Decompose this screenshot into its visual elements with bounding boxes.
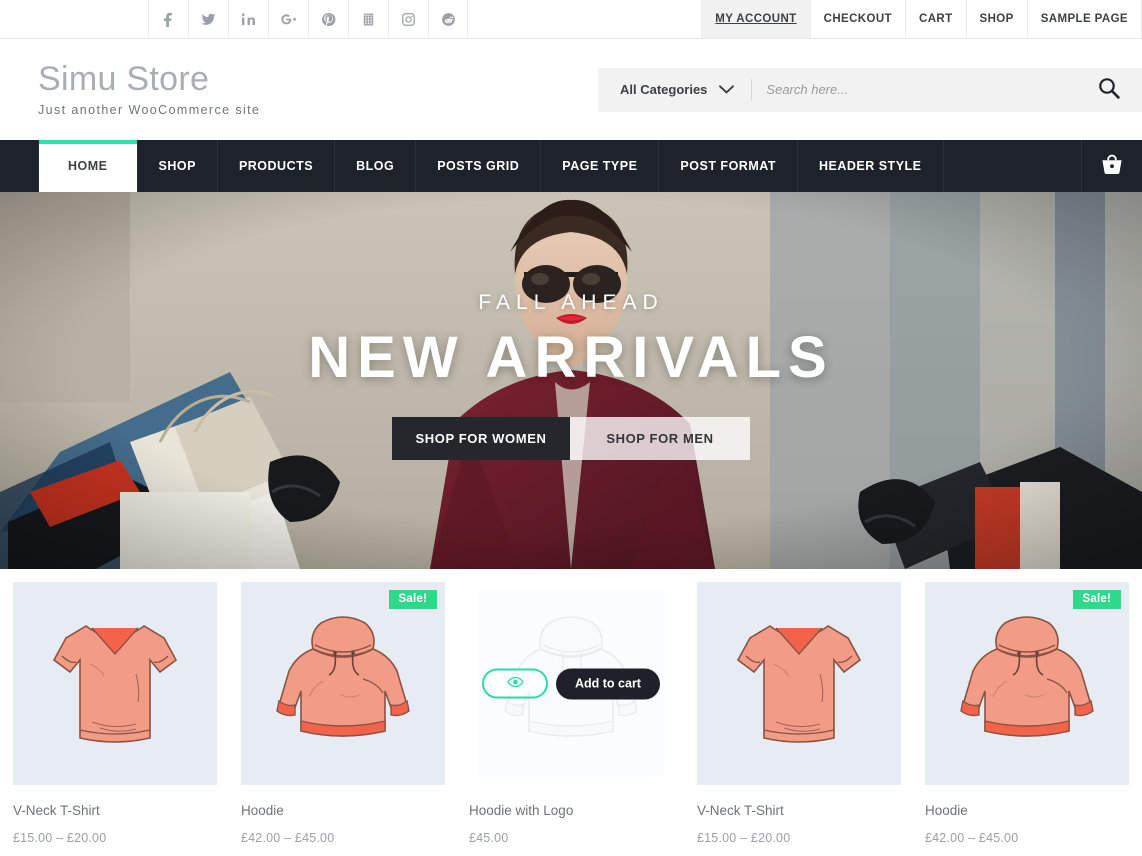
hero-buttons: SHOP FOR WOMEN SHOP FOR MEN	[392, 416, 750, 460]
topnav-item-my-account[interactable]: MY ACCOUNT	[701, 0, 810, 38]
nav-item-home[interactable]: HOME	[38, 140, 138, 192]
chevron-down-icon	[719, 82, 735, 97]
nav-item-post-format[interactable]: POST FORMAT	[659, 140, 798, 192]
shop-for-women-button[interactable]: SHOP FOR WOMEN	[392, 416, 570, 460]
topnav-item-sample-page[interactable]: SAMPLE PAGE	[1026, 0, 1142, 38]
product-image[interactable]: Sale!	[241, 582, 445, 785]
hero-content: FALL AHEAD NEW ARRIVALS SHOP FOR WOMEN S…	[0, 192, 1142, 569]
hero-banner: FALL AHEAD NEW ARRIVALS SHOP FOR WOMEN S…	[0, 192, 1142, 569]
linkedin-icon[interactable]	[228, 0, 268, 38]
eye-icon	[506, 675, 524, 693]
main-nav: HOME SHOP PRODUCTS BLOG POSTS GRID PAGE …	[0, 140, 1142, 192]
product-price: £15.00 – £20.00	[13, 831, 107, 845]
product-card: Sale! Hoodie £42.00 – £45.00	[241, 582, 445, 845]
product-image-hover-inner: Add to cart	[478, 591, 664, 776]
youtube-icon[interactable]	[348, 0, 388, 38]
nav-item-shop[interactable]: SHOP	[138, 140, 218, 192]
hero-title: NEW ARRIVALS	[308, 325, 834, 391]
top-bar: MY ACCOUNT CHECKOUT CART SHOP SAMPLE PAG…	[0, 0, 1142, 39]
product-image[interactable]: Add to cart	[469, 582, 673, 785]
shop-for-men-button[interactable]: SHOP FOR MEN	[570, 416, 750, 460]
sale-badge: Sale!	[388, 590, 437, 609]
pinterest-icon[interactable]	[308, 0, 348, 38]
product-image[interactable]	[13, 582, 217, 785]
facebook-icon[interactable]	[148, 0, 188, 38]
product-title[interactable]: Hoodie	[925, 803, 1129, 818]
search-input[interactable]	[752, 82, 1088, 97]
add-to-cart-button[interactable]: Add to cart	[556, 668, 660, 699]
product-title[interactable]: V-Neck T-Shirt	[697, 803, 901, 818]
top-nav: MY ACCOUNT CHECKOUT CART SHOP SAMPLE PAG…	[701, 0, 1142, 38]
nav-item-posts-grid[interactable]: POSTS GRID	[416, 140, 542, 192]
search-icon	[1098, 77, 1120, 102]
nav-spacer	[944, 140, 1082, 192]
topnav-item-shop[interactable]: SHOP	[965, 0, 1027, 38]
tshirt-illustration	[52, 624, 178, 743]
product-card: Add to cart Hoodie with Logo £45.00	[469, 582, 673, 845]
google-plus-icon[interactable]	[268, 0, 308, 38]
quick-view-button[interactable]	[482, 668, 548, 699]
site-tagline: Just another WooCommerce site	[38, 103, 261, 118]
search-bar: All Categories	[598, 67, 1142, 112]
product-price: £42.00 – £45.00	[241, 831, 335, 845]
product-price: £45.00	[469, 831, 509, 845]
product-hover-actions: Add to cart	[478, 668, 664, 699]
hero-subtitle: FALL AHEAD	[478, 291, 664, 315]
product-card: V-Neck T-Shirt £15.00 – £20.00	[13, 582, 217, 845]
category-select-label: All Categories	[620, 82, 708, 97]
product-card: Sale! Hoodie £42.00 – £45.00	[925, 582, 1129, 845]
product-title[interactable]: Hoodie with Logo	[469, 803, 673, 818]
product-card: V-Neck T-Shirt £15.00 – £20.00	[697, 582, 901, 845]
twitter-icon[interactable]	[188, 0, 228, 38]
product-image[interactable]: Sale!	[925, 582, 1129, 785]
nav-item-page-type[interactable]: PAGE TYPE	[541, 140, 660, 192]
hoodie-illustration	[960, 615, 1094, 737]
product-price: £42.00 – £45.00	[925, 831, 1019, 845]
nav-item-header-style[interactable]: HEADER STYLE	[798, 140, 944, 192]
product-grid: V-Neck T-Shirt £15.00 – £20.00 Sale! Hoo…	[0, 569, 1142, 845]
product-title[interactable]: Hoodie	[241, 803, 445, 818]
brand[interactable]: Simu Store Just another WooCommerce site	[38, 61, 261, 118]
nav-item-products[interactable]: PRODUCTS	[218, 140, 336, 192]
product-price: £15.00 – £20.00	[697, 831, 791, 845]
shopping-basket-icon	[1099, 152, 1125, 181]
cart-button[interactable]	[1082, 140, 1142, 192]
reddit-icon[interactable]	[428, 0, 468, 38]
product-title[interactable]: V-Neck T-Shirt	[13, 803, 217, 818]
topnav-item-cart[interactable]: CART	[904, 0, 966, 38]
site-title[interactable]: Simu Store	[38, 61, 260, 98]
sale-badge: Sale!	[1072, 590, 1121, 609]
instagram-icon[interactable]	[388, 0, 428, 38]
tshirt-illustration	[736, 624, 862, 743]
social-links	[148, 0, 468, 38]
nav-item-blog[interactable]: BLOG	[335, 140, 417, 192]
search-button[interactable]	[1088, 77, 1142, 102]
hoodie-illustration	[276, 615, 410, 737]
topnav-item-checkout[interactable]: CHECKOUT	[809, 0, 905, 38]
category-select[interactable]: All Categories	[598, 82, 751, 97]
product-image[interactable]	[697, 582, 901, 785]
site-header: Simu Store Just another WooCommerce site…	[0, 39, 1142, 140]
